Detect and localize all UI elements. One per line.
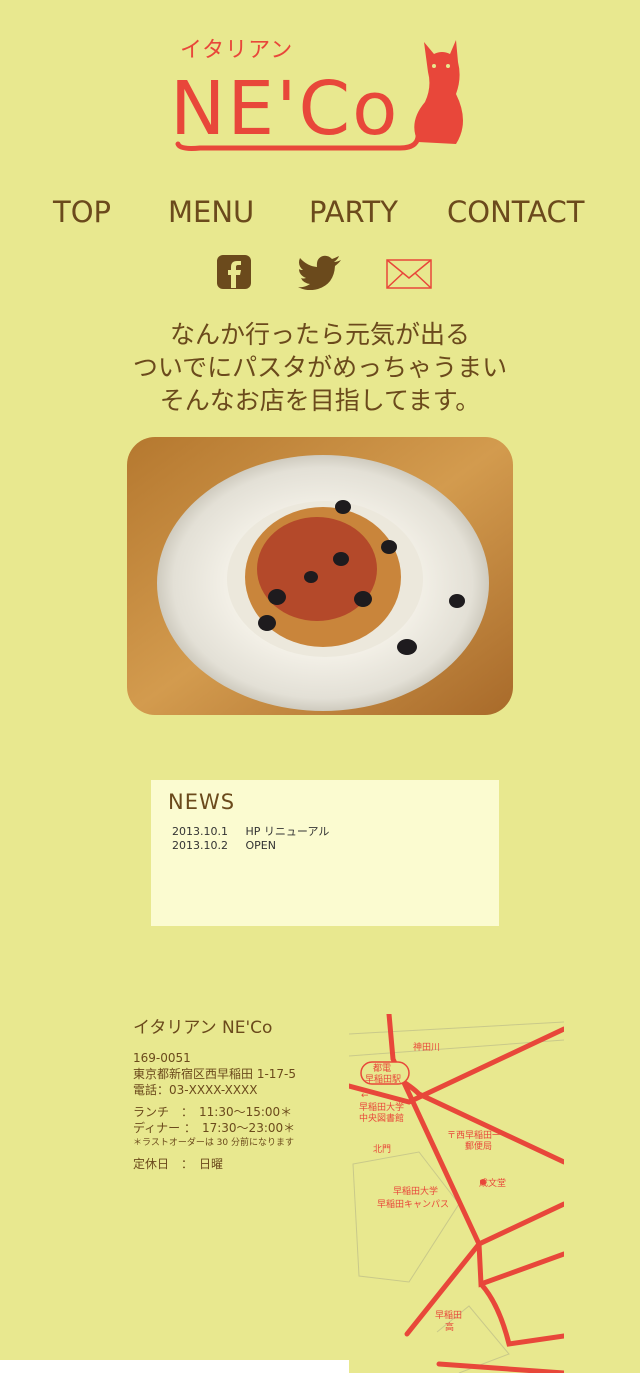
svg-text:高: 高 [445, 1321, 454, 1333]
svg-text:〒西早稲田一: 〒西早稲田一 [447, 1129, 501, 1141]
facebook-icon[interactable] [216, 254, 252, 294]
news-item[interactable]: 2013.10.1 HP リニューアル [172, 823, 329, 839]
svg-text:郵便局: 郵便局 [465, 1140, 492, 1152]
access-map[interactable]: 神田川 都電 早稲田駅 ← 早稲田大学 中央図書館 〒西早稲田一 郵便局 北門 … [346, 1011, 567, 1373]
footer-strip [0, 1360, 349, 1373]
shop-name: イタリアン NE'Co [133, 1018, 273, 1038]
zip-code: 169-0051 [133, 1051, 191, 1065]
cat-logo-icon [175, 40, 463, 151]
twitter-icon[interactable] [297, 254, 343, 294]
mail-icon[interactable] [386, 254, 432, 294]
last-order-note: ＊ラストオーダーは 30 分前になります [133, 1138, 294, 1148]
map-label-river: 神田川 [413, 1041, 440, 1053]
main-nav: TOP MENU PARTY CONTACT [0, 195, 640, 235]
news-date: 2013.10.2 [172, 839, 228, 852]
pasta-photo [127, 437, 513, 715]
nav-party[interactable]: PARTY [309, 195, 398, 229]
news-text: HP リニューアル [245, 825, 330, 838]
nav-contact[interactable]: CONTACT [447, 195, 585, 229]
catch-line: なんか行ったら元気が出る [169, 320, 470, 349]
svg-text:都電: 都電 [373, 1063, 391, 1074]
svg-text:中央図書館: 中央図書館 [359, 1112, 404, 1124]
svg-text:早稲田: 早稲田 [435, 1309, 462, 1321]
news-text: OPEN [245, 839, 276, 852]
news-date: 2013.10.1 [172, 825, 228, 838]
nav-top[interactable]: TOP [53, 195, 111, 229]
dinner-hours: ディナー ： 17:30～23:00＊ [133, 1121, 296, 1135]
social-links [0, 254, 640, 294]
phone: 電話：03-XXXX-XXXX [133, 1083, 258, 1097]
news-item[interactable]: 2013.10.2 OPEN [172, 839, 276, 852]
svg-text:早稲田大学: 早稲田大学 [393, 1185, 438, 1197]
lunch-hours: ランチ ： 11:30～15:00＊ [133, 1105, 293, 1119]
svg-text:北門: 北門 [373, 1144, 391, 1155]
svg-text:早稲田駅: 早稲田駅 [365, 1073, 401, 1085]
svg-text:←: ← [361, 1091, 369, 1101]
svg-text:早稲田キャンパス: 早稲田キャンパス [377, 1198, 449, 1210]
news-title: NEWS [168, 790, 236, 814]
nav-menu[interactable]: MENU [168, 195, 254, 229]
svg-text:成文堂: 成文堂 [479, 1177, 506, 1189]
holiday: 定休日 ： 日曜 [133, 1157, 224, 1171]
shop-info: イタリアン NE'Co 169-0051 東京都新宿区西早稲田 1-17-5 電… [133, 1013, 343, 1172]
logo[interactable]: イタリアン NE'Co [170, 32, 470, 157]
address: 東京都新宿区西早稲田 1-17-5 [133, 1067, 297, 1081]
news-box: NEWS 2013.10.1 HP リニューアル 2013.10.2 OPEN [151, 780, 499, 926]
catch-copy: なんか行ったら元気が出る ついでにパスタがめっちゃうまい そんなお店を目指してま… [0, 318, 640, 417]
catch-line: ついでにパスタがめっちゃうまい [132, 353, 508, 382]
svg-text:早稲田大学: 早稲田大学 [359, 1101, 404, 1113]
catch-line: そんなお店を目指してます。 [159, 386, 481, 415]
